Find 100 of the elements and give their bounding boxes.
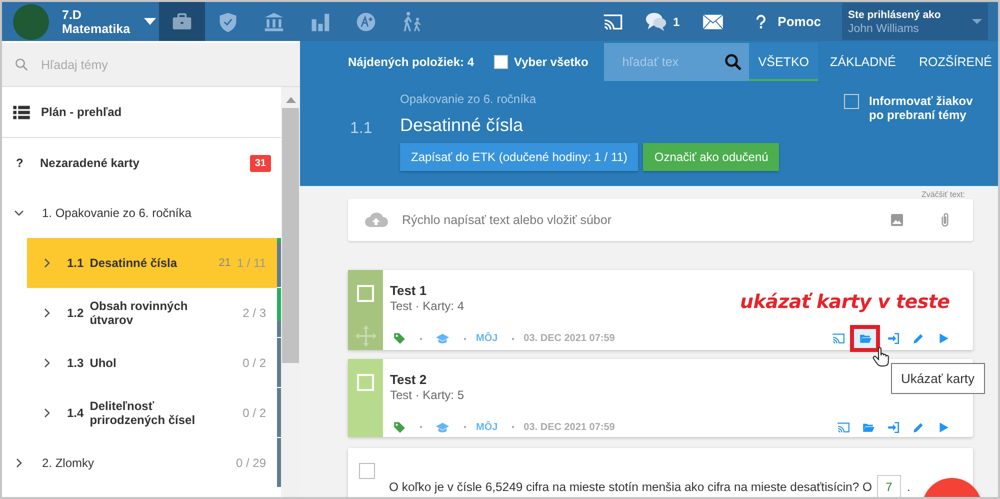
topic-heading: Desatinné čísla xyxy=(400,115,524,136)
unassigned-item[interactable]: ? Nezaradené karty 31 xyxy=(2,138,281,188)
separator-dot xyxy=(464,338,466,340)
filter-tab[interactable]: ROZŠÍRENÉ xyxy=(910,43,998,81)
pencil-icon xyxy=(912,420,924,434)
user-menu[interactable]: Ste prihlásený ako John Williams xyxy=(842,3,988,40)
caret-icon[interactable] xyxy=(144,18,156,25)
card-title: Test 1 xyxy=(390,283,427,298)
class-photo-placeholder xyxy=(13,4,49,40)
chapter-item[interactable]: 2. Zlomky 0 / 29 xyxy=(2,438,281,488)
subject-name: Matematika xyxy=(62,22,130,36)
walking-people-icon xyxy=(401,10,423,32)
hand-cursor-icon xyxy=(872,346,890,368)
answer-field[interactable]: 7 xyxy=(876,475,901,497)
topic-item[interactable]: 1.1 Desatinné čísla 21 1 / 11 xyxy=(27,238,281,288)
cast-icon xyxy=(836,420,850,434)
topic-title: Desatinné čísla xyxy=(90,256,178,270)
question-mark-glyph: ? xyxy=(15,156,24,170)
question-text: O koľko je v čísle 6,5249 cifra na mieste stotín menšia ako cifra na mieste desaťtisícin? O xyxy=(389,480,872,494)
message-count: 1 xyxy=(672,14,680,28)
topic-card-count: 21 xyxy=(218,257,231,269)
topic-title: Deliteľnosť prirodzených čísel xyxy=(90,399,196,427)
graduation-cap-icon xyxy=(435,420,450,434)
bank-icon xyxy=(263,10,285,32)
caret-icon xyxy=(972,19,982,24)
topic-search-input[interactable]: Hľadaj témy xyxy=(39,56,300,72)
chapter-item[interactable]: 1. Opakovanie zo 6. ročníka xyxy=(2,188,281,238)
cloud-upload-icon xyxy=(364,210,388,230)
topic-number: 1.2 xyxy=(67,306,84,320)
image-icon[interactable] xyxy=(889,212,905,228)
topic-number: 1.3 xyxy=(67,356,84,370)
chapter-progress: 0 / 29 xyxy=(236,456,266,470)
search-icon xyxy=(14,57,29,72)
grade-icon xyxy=(355,10,377,32)
nav-tab[interactable] xyxy=(159,2,205,41)
topic-number: 1.4 xyxy=(67,406,84,420)
select-all-label: Vyber všetko xyxy=(514,55,588,69)
chevron-icon[interactable] xyxy=(14,208,24,218)
text-search-input[interactable]: hľadať tex xyxy=(620,54,724,70)
notify-checkbox[interactable] xyxy=(844,94,859,109)
annotation-text: ukázať karty v teste xyxy=(740,291,950,313)
unassigned-label: Nezaradené karty xyxy=(40,156,140,170)
topic-progress: 2 / 3 xyxy=(242,306,266,320)
help-link[interactable]: Pomoc xyxy=(778,14,821,29)
topic-title: Obsah rovinných útvarov xyxy=(90,299,189,327)
cast-icon xyxy=(832,332,844,345)
pencil-icon xyxy=(912,332,924,345)
search-icon xyxy=(724,53,742,71)
question-card[interactable]: O koľko je v čísle 6,5249 cifra na mieste stotín menšia ako cifra na mieste desaťtisícin? O 7 . xyxy=(348,448,973,497)
graduation-cap-icon xyxy=(435,332,450,345)
parent-chapter: Opakovanie zo 6. ročníka xyxy=(400,92,538,106)
play-icon xyxy=(936,420,950,434)
topic-progress: 0 / 2 xyxy=(242,356,266,370)
chevron-icon[interactable] xyxy=(42,258,52,268)
card-date: 03. DEC 2021 07:59 xyxy=(524,333,615,344)
separator-dot xyxy=(464,426,466,428)
filter-tab[interactable]: VŠETKO xyxy=(749,43,818,81)
highlighted-action-button[interactable] xyxy=(850,325,880,352)
chevron-icon[interactable] xyxy=(42,308,52,318)
chevron-icon[interactable] xyxy=(14,458,24,468)
notify-label: Informovať žiakov po prebraní témy xyxy=(869,94,974,122)
tooltip: Ukázať karty xyxy=(891,363,985,394)
chevron-icon[interactable] xyxy=(42,408,52,418)
briefcase-icon xyxy=(171,10,193,32)
card-date: 03. DEC 2021 07:59 xyxy=(524,422,615,432)
period-mark: . xyxy=(906,480,910,494)
text-search-field[interactable]: hľadať tex xyxy=(604,43,750,81)
topic-number: 1.1 xyxy=(350,119,374,139)
enter-icon xyxy=(886,420,900,434)
scrollbar-thumb[interactable] xyxy=(282,108,299,363)
quick-text-field[interactable]: Rýchlo napísať text alebo vložiť súbor xyxy=(348,199,973,241)
topic-item[interactable]: 1.3 Uhol 0 / 2 xyxy=(27,338,281,388)
overview-label: Plán - prehľad xyxy=(41,105,122,119)
folder-icon xyxy=(858,332,872,345)
scroll-up-icon[interactable] xyxy=(286,97,296,103)
quick-text-input[interactable]: Rýchlo napísať text alebo vložiť súbor xyxy=(400,212,857,228)
topic-search-field[interactable]: Hľadaj témy xyxy=(2,43,300,87)
card-checkbox[interactable] xyxy=(359,463,375,479)
cast-icon[interactable] xyxy=(602,12,623,32)
mail-icon[interactable] xyxy=(702,12,724,30)
user-name: John Williams xyxy=(848,22,920,34)
topic-number: 1.1 xyxy=(67,256,84,270)
tag-icon xyxy=(393,332,406,345)
user-label: Ste prihlásený ako xyxy=(848,8,942,20)
chapter-title: 1. Opakovanie zo 6. ročníka xyxy=(42,206,192,220)
zoom-text-label: Zväčšiť text: xyxy=(922,190,965,199)
chat-bubbles-icon[interactable] xyxy=(644,10,667,32)
list-icon xyxy=(13,104,30,120)
filter-tab[interactable]: ZÁKLADNÉ xyxy=(821,43,906,81)
found-count: Nájdených položiek: 4 xyxy=(348,55,474,69)
question-mark-icon[interactable] xyxy=(754,12,768,30)
chapter-title: 2. Zlomky xyxy=(42,456,94,470)
chevron-icon[interactable] xyxy=(42,358,52,368)
separator-dot xyxy=(420,338,422,340)
separator-dot xyxy=(512,338,514,340)
play-icon xyxy=(936,332,950,345)
shield-icon xyxy=(217,10,239,32)
separator-dot xyxy=(420,426,422,428)
topic-title: Uhol xyxy=(90,356,118,370)
select-all-checkbox[interactable] xyxy=(494,55,508,69)
